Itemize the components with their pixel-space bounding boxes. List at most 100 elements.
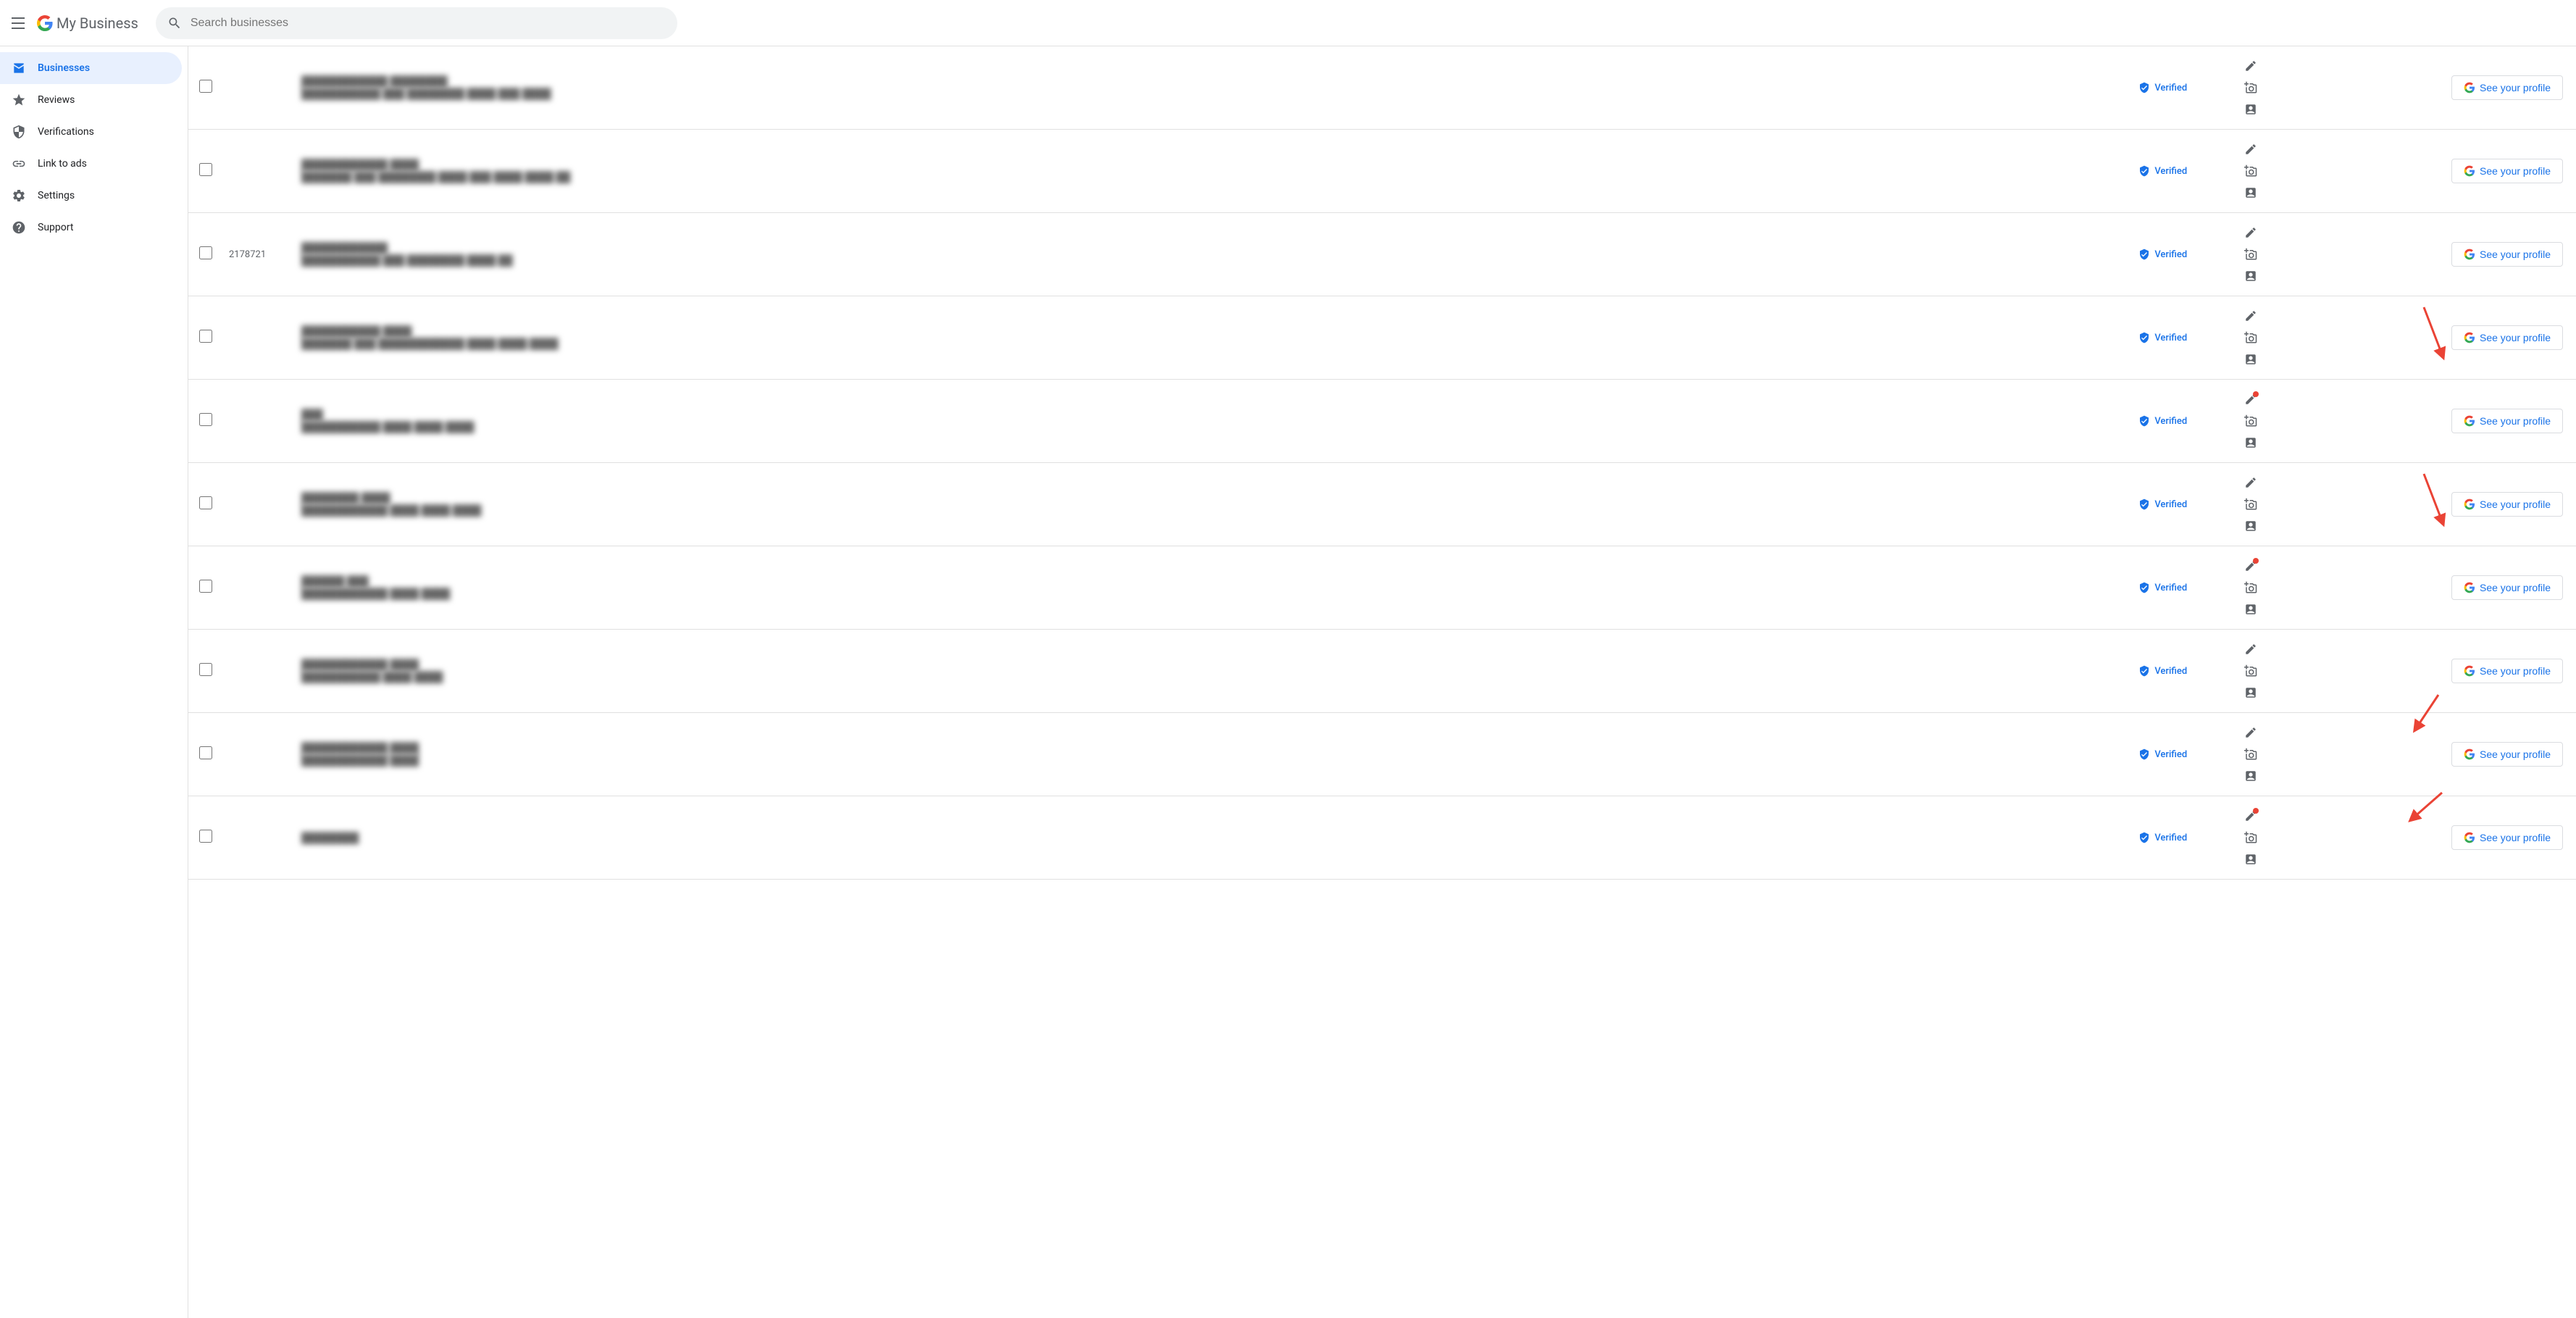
see-profile-button[interactable]: See your profile (2451, 325, 2563, 350)
sidebar-item-link-to-ads[interactable]: Link to ads (0, 148, 182, 180)
post-button[interactable] (2240, 182, 2262, 204)
business-name: ██████ ███ (301, 575, 2127, 588)
row-checkbox[interactable] (199, 80, 212, 93)
verified-cell: Verified (2133, 296, 2234, 380)
verified-label: Verified (2154, 833, 2187, 843)
post-button[interactable] (2240, 598, 2262, 620)
row-checkbox[interactable] (199, 330, 212, 343)
row-checkbox[interactable] (199, 746, 212, 759)
post-button[interactable] (2240, 349, 2262, 370)
post-button[interactable] (2240, 99, 2262, 120)
edit-button[interactable] (2240, 55, 2262, 77)
see-profile-button[interactable]: See your profile (2451, 825, 2563, 850)
notification-dot (2253, 808, 2259, 814)
post-button[interactable] (2240, 765, 2262, 787)
row-checkbox-cell[interactable] (188, 546, 223, 630)
verified-cell: Verified (2133, 796, 2234, 880)
see-profile-label: See your profile (2480, 748, 2551, 760)
edit-button[interactable] (2240, 555, 2262, 577)
see-profile-label: See your profile (2480, 332, 2551, 343)
row-checkbox-cell[interactable] (188, 296, 223, 380)
add-photo-button[interactable] (2240, 660, 2262, 682)
see-profile-cell: See your profile (2446, 796, 2576, 880)
row-checkbox-cell[interactable] (188, 213, 223, 296)
see-profile-label: See your profile (2480, 415, 2551, 427)
row-checkbox[interactable] (199, 163, 212, 176)
sidebar-item-verifications[interactable]: Verifications (0, 116, 182, 148)
edit-button[interactable] (2240, 305, 2262, 327)
edit-button[interactable] (2240, 472, 2262, 493)
business-info-cell: ████████████ ███████████ ███ ████████ ██… (296, 213, 2133, 296)
edit-button[interactable] (2240, 388, 2262, 410)
row-checkbox[interactable] (199, 830, 212, 843)
see-profile-button[interactable]: See your profile (2451, 742, 2563, 767)
edit-button[interactable] (2240, 138, 2262, 160)
add-photo-button[interactable] (2240, 327, 2262, 349)
row-checkbox[interactable] (199, 413, 212, 426)
g-icon (2464, 165, 2475, 177)
main-content: ████████████ ████████ ███████████ ███ ██… (188, 46, 2576, 1318)
see-profile-cell: See your profile (2446, 130, 2576, 213)
see-profile-button[interactable]: See your profile (2451, 659, 2563, 683)
edit-button[interactable] (2240, 638, 2262, 660)
verified-icon (2138, 82, 2150, 93)
row-checkbox-cell[interactable] (188, 130, 223, 213)
business-info-cell: ████████████ ████ ███████████ ████ ████ (296, 630, 2133, 713)
business-name: ████████████ ████ (301, 742, 2127, 754)
post-button[interactable] (2240, 682, 2262, 704)
verified-icon (2138, 165, 2150, 177)
table-row: ████████████ ████ ████████████ ████ Veri… (188, 713, 2576, 796)
row-checkbox-cell[interactable] (188, 46, 223, 130)
row-checkbox-cell[interactable] (188, 380, 223, 463)
menu-button[interactable] (12, 17, 25, 29)
post-button[interactable] (2240, 515, 2262, 537)
actions-cell (2234, 380, 2446, 463)
shield-icon (12, 125, 26, 139)
see-profile-button[interactable]: See your profile (2451, 159, 2563, 183)
row-checkbox[interactable] (199, 246, 212, 259)
row-checkbox[interactable] (199, 496, 212, 509)
search-input[interactable] (191, 17, 666, 30)
row-checkbox-cell[interactable] (188, 463, 223, 546)
row-checkbox[interactable] (199, 580, 212, 593)
business-name: ████████ (301, 832, 2127, 844)
search-bar[interactable] (156, 7, 677, 39)
sidebar-item-reviews[interactable]: Reviews (0, 84, 182, 116)
edit-button[interactable] (2240, 222, 2262, 243)
edit-button[interactable] (2240, 722, 2262, 743)
add-photo-button[interactable] (2240, 243, 2262, 265)
sidebar-label-settings: Settings (38, 190, 75, 201)
sidebar-item-support[interactable]: Support (0, 212, 182, 243)
business-id-cell (223, 463, 296, 546)
add-photo-button[interactable] (2240, 493, 2262, 515)
post-button[interactable] (2240, 432, 2262, 454)
see-profile-button[interactable]: See your profile (2451, 492, 2563, 517)
see-profile-button[interactable]: See your profile (2451, 575, 2563, 600)
businesses-table: ████████████ ████████ ███████████ ███ ██… (188, 46, 2576, 880)
row-checkbox-cell[interactable] (188, 796, 223, 880)
row-checkbox-cell[interactable] (188, 630, 223, 713)
see-profile-button[interactable]: See your profile (2451, 409, 2563, 433)
row-checkbox-cell[interactable] (188, 713, 223, 796)
add-photo-button[interactable] (2240, 160, 2262, 182)
add-photo-button[interactable] (2240, 577, 2262, 598)
app-header: My Business (0, 0, 2576, 46)
add-photo-button[interactable] (2240, 743, 2262, 765)
sidebar-item-settings[interactable]: Settings (0, 180, 182, 212)
sidebar-item-businesses[interactable]: Businesses (0, 52, 182, 84)
see-profile-button[interactable]: See your profile (2451, 242, 2563, 267)
business-address: ███████████ ████ ████ ████ (301, 421, 2127, 433)
edit-button[interactable] (2240, 805, 2262, 827)
add-photo-button[interactable] (2240, 410, 2262, 432)
table-row: ███ ███████████ ████ ████ ████ Verified (188, 380, 2576, 463)
add-photo-button[interactable] (2240, 827, 2262, 848)
see-profile-button[interactable]: See your profile (2451, 75, 2563, 100)
row-checkbox[interactable] (199, 663, 212, 676)
table-row: ████████████ ████ ███████ ███ ████████ █… (188, 130, 2576, 213)
post-button[interactable] (2240, 265, 2262, 287)
star-icon (12, 93, 26, 107)
post-button[interactable] (2240, 848, 2262, 870)
actions-cell (2234, 296, 2446, 380)
business-id-cell (223, 46, 296, 130)
add-photo-button[interactable] (2240, 77, 2262, 99)
